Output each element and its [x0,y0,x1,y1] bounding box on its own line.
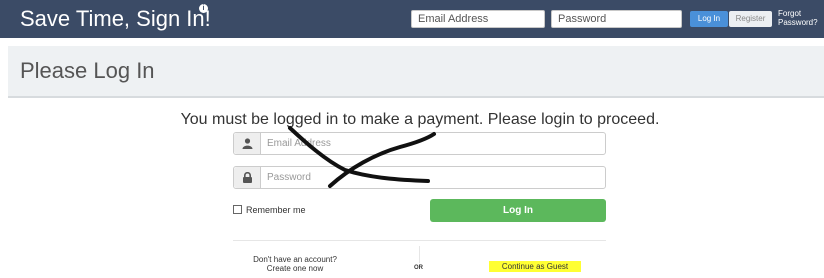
divider [233,240,606,241]
header-password-input[interactable] [551,10,682,28]
remember-me-label: Remember me [246,205,306,215]
login-button[interactable]: Log In [430,199,606,222]
continue-as-guest-button[interactable]: Continue as Guest [489,261,581,272]
page-title: Please Log In [20,58,155,83]
or-divider [419,246,420,263]
brand-title: Save Time, Sign In! [20,6,211,31]
remember-me-checkbox[interactable]: Remember me [233,205,306,215]
page-header: Please Log In [8,46,824,98]
header-register-button[interactable]: Register [729,11,772,27]
info-icon[interactable]: i [199,4,208,13]
email-field[interactable] [233,132,606,155]
checkbox-icon[interactable] [233,205,242,214]
password-input[interactable] [267,170,597,185]
create-one-link[interactable]: Create one now [250,264,340,273]
create-account-link[interactable]: Don't have an account? Create one now [250,255,340,273]
login-required-message: You must be logged in to make a payment.… [180,111,660,128]
top-navbar: Save Time, Sign In! i Log In Register Fo… [0,0,824,38]
lock-icon [234,167,261,188]
forgot-password-link[interactable]: Forgot Password? [778,9,824,27]
user-icon [234,133,261,154]
or-label: OR [414,265,423,271]
header-email-input[interactable] [411,10,545,28]
header-login-button[interactable]: Log In [690,11,728,27]
email-input[interactable] [267,136,597,151]
password-field[interactable] [233,166,606,189]
no-account-text: Don't have an account? [253,255,337,264]
